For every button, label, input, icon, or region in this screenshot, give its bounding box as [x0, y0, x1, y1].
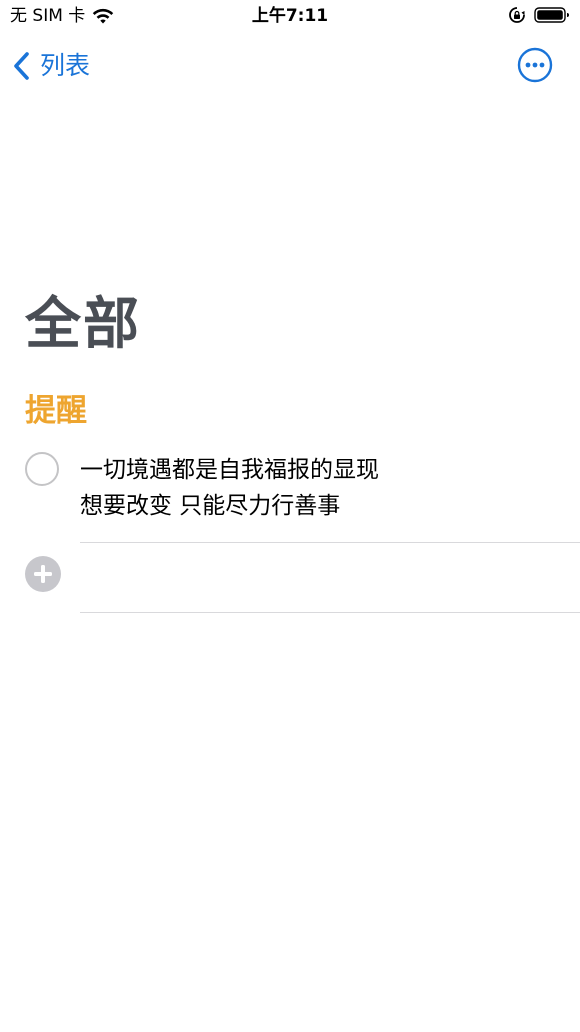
- status-icons: [508, 6, 570, 24]
- divider: [80, 542, 580, 543]
- divider: [80, 612, 580, 613]
- reminder-title[interactable]: 一切境遇都是自我福报的显现 想要改变 只能尽力行善事: [80, 452, 379, 524]
- section-header-reminders: 提醒: [25, 393, 87, 429]
- battery-icon: [534, 6, 570, 24]
- back-button[interactable]: 列表: [12, 48, 90, 84]
- plus-circle-icon: [25, 556, 61, 592]
- orientation-lock-icon: [508, 6, 526, 24]
- ellipsis-circle-icon: [517, 47, 553, 83]
- new-reminder-input[interactable]: [80, 548, 560, 606]
- add-reminder-button[interactable]: [25, 556, 61, 592]
- reminder-line-2: 想要改变 只能尽力行善事: [80, 493, 341, 519]
- page-title: 全部: [25, 292, 141, 357]
- back-button-label: 列表: [40, 51, 91, 80]
- more-options-button[interactable]: [517, 47, 553, 83]
- status-bar: 无 SIM 卡 上午7:11: [0, 0, 580, 34]
- complete-checkbox[interactable]: [25, 452, 59, 486]
- chevron-left-icon: [12, 51, 32, 81]
- reminder-line-1: 一切境遇都是自我福报的显现: [80, 457, 379, 483]
- status-time: 上午7:11: [251, 6, 329, 26]
